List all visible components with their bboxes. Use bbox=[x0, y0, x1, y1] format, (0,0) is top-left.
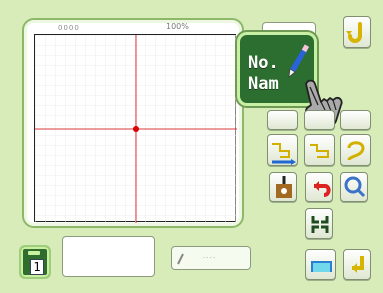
arrow-icon bbox=[272, 143, 296, 165]
tool-button-10[interactable] bbox=[305, 249, 336, 280]
tool-button-9[interactable] bbox=[305, 208, 333, 239]
frame-blue-icon bbox=[311, 261, 332, 272]
counter-value: 1 bbox=[30, 259, 44, 275]
tool-button-3[interactable] bbox=[340, 110, 371, 130]
undo-icon bbox=[314, 181, 331, 197]
tool-button-5[interactable] bbox=[304, 134, 335, 166]
return-icon bbox=[352, 256, 364, 273]
counter-box[interactable]: 1 bbox=[19, 245, 51, 279]
no-name-label: No. Nam bbox=[248, 53, 279, 94]
zoom-icon bbox=[344, 176, 366, 198]
counter-header bbox=[28, 251, 40, 255]
preview-title-left: 0000 bbox=[58, 24, 80, 32]
preview-title-center: 100% bbox=[166, 22, 189, 31]
pattern-grid[interactable] bbox=[34, 34, 237, 223]
no-name-button[interactable]: No. Nam bbox=[237, 32, 343, 128]
screen: 0000 100% No. Nam 1 - - - - bbox=[0, 0, 383, 293]
refresh-button[interactable] bbox=[343, 16, 371, 48]
tool-button-2[interactable] bbox=[304, 110, 335, 130]
tool-button-8[interactable] bbox=[305, 172, 333, 202]
frame-icon bbox=[311, 216, 329, 233]
tool-button-7[interactable] bbox=[269, 172, 297, 202]
status-field[interactable] bbox=[62, 236, 155, 277]
tool-button-11[interactable] bbox=[343, 249, 371, 280]
tool-button-6[interactable] bbox=[340, 134, 371, 166]
small-info-field[interactable]: - - - - bbox=[171, 246, 251, 270]
refresh-icon bbox=[346, 22, 362, 43]
loop-icon bbox=[347, 141, 365, 161]
thread-icon bbox=[276, 176, 292, 198]
pattern-grid-svg bbox=[35, 35, 237, 223]
zoom-button[interactable] bbox=[340, 172, 368, 202]
small-info-text: - - - - bbox=[203, 255, 215, 261]
tool-button-4[interactable] bbox=[267, 134, 298, 166]
tool-button-1[interactable] bbox=[267, 110, 298, 130]
pencil-icon bbox=[288, 44, 310, 78]
bracket-icon bbox=[310, 144, 329, 158]
